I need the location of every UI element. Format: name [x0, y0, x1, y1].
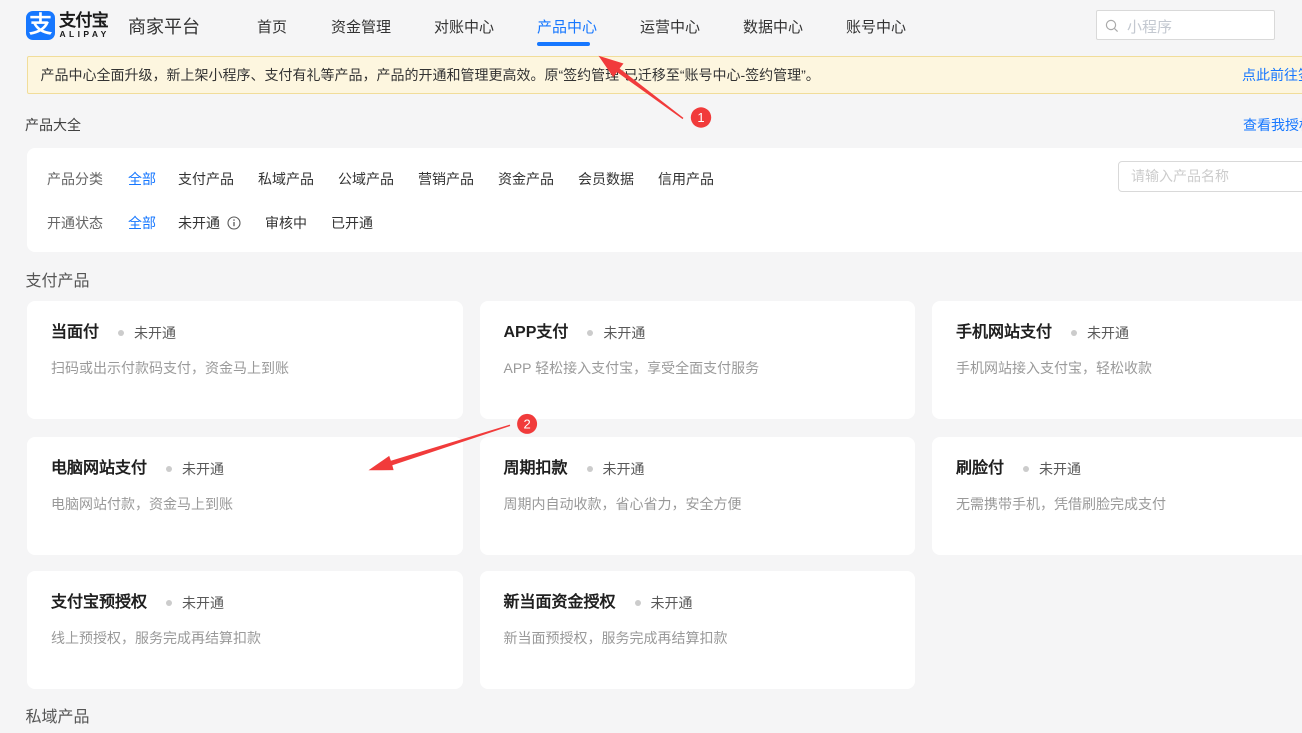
svg-text:1: 1 [697, 110, 704, 125]
